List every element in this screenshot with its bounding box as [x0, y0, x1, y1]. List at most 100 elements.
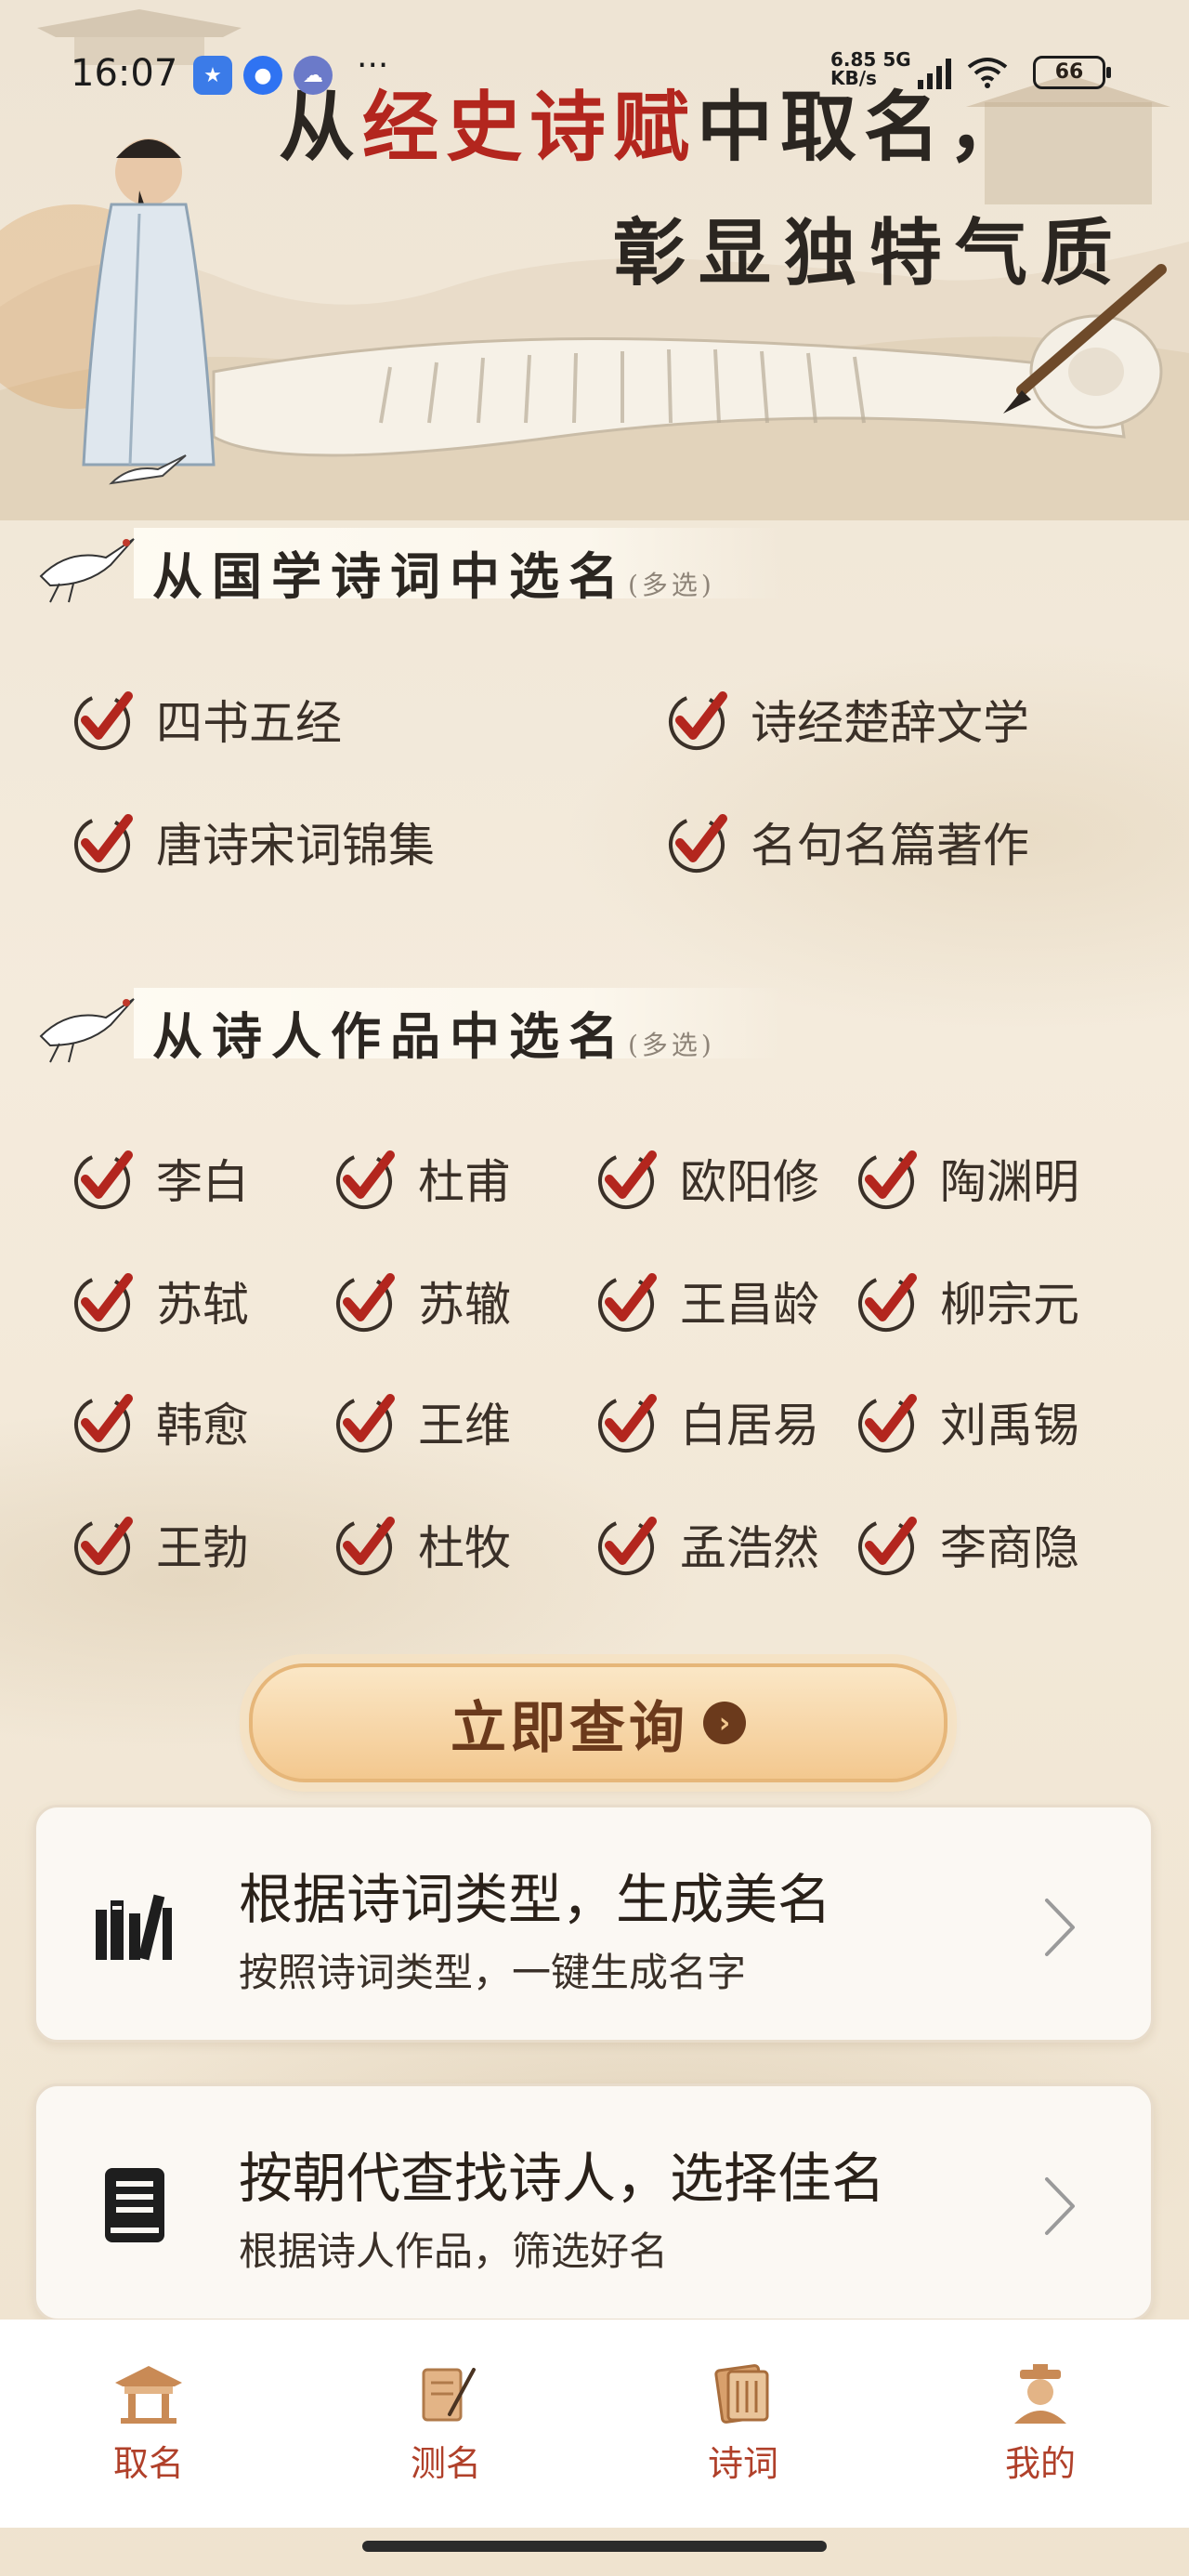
- option-label: 名句名篇著作: [751, 819, 1029, 873]
- poet-option[interactable]: 王维: [333, 1385, 511, 1459]
- query-now-button[interactable]: 立即查询 ›: [249, 1663, 947, 1782]
- poet-option[interactable]: 刘禹锡: [855, 1385, 1079, 1459]
- checkbox[interactable]: [71, 687, 136, 752]
- nav-item-poetry[interactable]: 诗词: [669, 2360, 817, 2486]
- checkbox[interactable]: [333, 1389, 398, 1454]
- pavilion-icon: [115, 2366, 182, 2424]
- checkbox[interactable]: [333, 1146, 398, 1211]
- checkmark-icon: [336, 1517, 395, 1575]
- nav-label: 测名: [410, 2443, 481, 2484]
- option-label: 柳宗元: [940, 1278, 1079, 1332]
- checkbox[interactable]: [71, 1146, 136, 1211]
- checkbox[interactable]: [594, 1268, 660, 1334]
- nav-item-mine[interactable]: 我的: [966, 2360, 1115, 2486]
- checkmark-icon: [598, 1273, 657, 1332]
- hero-subheadline: 彰显独特气质: [613, 211, 1127, 296]
- checkbox[interactable]: [855, 1512, 920, 1577]
- checkbox[interactable]: [71, 809, 136, 874]
- poet-option[interactable]: 陶渊明: [855, 1141, 1079, 1216]
- checkbox[interactable]: [665, 687, 730, 752]
- poet-option[interactable]: 白居易: [594, 1385, 819, 1459]
- checkbox[interactable]: [71, 1268, 136, 1334]
- option-label: 李商隐: [940, 1521, 1079, 1575]
- wifi-icon: [967, 58, 1008, 88]
- section-poets-title: 从诗人作品中选名: [152, 1006, 628, 1066]
- classics-option[interactable]: 诗经楚辞文学: [665, 682, 1029, 756]
- more-notifications-icon: ···: [357, 46, 389, 85]
- poet-option[interactable]: 王勃: [71, 1507, 249, 1582]
- poet-option[interactable]: 苏轼: [71, 1264, 249, 1338]
- section-poets-hint: (多选): [628, 1030, 715, 1060]
- nav-item-name-test[interactable]: 测名: [372, 2360, 520, 2486]
- poet-option[interactable]: 柳宗元: [855, 1264, 1079, 1338]
- checkbox[interactable]: [71, 1512, 136, 1577]
- checkbox[interactable]: [855, 1268, 920, 1334]
- option-label: 王昌龄: [680, 1278, 819, 1332]
- poet-option[interactable]: 杜甫: [333, 1141, 511, 1216]
- option-label: 唐诗宋词锦集: [156, 819, 435, 873]
- chevron-right-icon: [1045, 2177, 1075, 2235]
- classics-option[interactable]: 四书五经: [71, 682, 342, 756]
- checkbox[interactable]: [71, 1389, 136, 1454]
- checkmark-icon: [74, 1394, 133, 1452]
- section-classics-header: 从国学诗词中选名(多选): [22, 520, 784, 606]
- poet-option[interactable]: 李商隐: [855, 1507, 1079, 1582]
- option-label: 四书五经: [156, 696, 342, 750]
- classics-option[interactable]: 唐诗宋词锦集: [71, 805, 435, 879]
- option-label: 陶渊明: [940, 1155, 1079, 1209]
- section-classics-hint: (多选): [628, 570, 715, 600]
- poet-option[interactable]: 韩愈: [71, 1385, 249, 1459]
- network-speed: 6.85 5G KB/s: [830, 48, 911, 89]
- card-generate-by-poetry-type[interactable]: 根据诗词类型，生成美名 按照诗词类型，一键生成名字: [33, 1805, 1154, 2043]
- app-notification-icon: ★: [193, 56, 232, 95]
- card-find-poets-by-dynasty[interactable]: 按朝代查找诗人，选择佳名 根据诗人作品，筛选好名: [33, 2083, 1154, 2321]
- poet-option[interactable]: 苏辙: [333, 1264, 511, 1338]
- poet-option[interactable]: 李白: [71, 1141, 249, 1216]
- checkmark-icon: [858, 1394, 917, 1452]
- poetry-naming-page: 从经史诗赋中取名， 彰显独特气质 16:07 ★ ● ☁ ··· 6.85 5G…: [0, 0, 1189, 2576]
- scholar-avatar-icon: [1014, 2364, 1066, 2424]
- checkmark-icon: [336, 1394, 395, 1452]
- poetry-book-icon: [714, 2364, 769, 2424]
- status-bar: 16:07 ★ ● ☁ ··· 6.85 5G KB/s 66: [0, 37, 1189, 112]
- poet-option[interactable]: 杜牧: [333, 1507, 511, 1582]
- checkmark-icon: [74, 1273, 133, 1332]
- nav-item-naming[interactable]: 取名: [74, 2360, 223, 2486]
- checkmark-icon: [858, 1517, 917, 1575]
- checkmark-icon: [74, 814, 133, 873]
- books-icon: [96, 1894, 172, 1961]
- option-label: 苏辙: [418, 1278, 511, 1332]
- checkbox[interactable]: [333, 1268, 398, 1334]
- checkbox[interactable]: [855, 1146, 920, 1211]
- checkbox[interactable]: [594, 1389, 660, 1454]
- signal-icon: [918, 59, 951, 89]
- checkmark-icon: [336, 1273, 395, 1332]
- option-label: 韩愈: [156, 1399, 249, 1452]
- book-icon: [105, 2168, 164, 2242]
- checkmark-icon: [669, 814, 727, 873]
- option-label: 王勃: [156, 1521, 249, 1575]
- checkbox[interactable]: [665, 809, 730, 874]
- option-label: 苏轼: [156, 1278, 249, 1332]
- message-notification-icon: ●: [243, 56, 282, 95]
- checkbox[interactable]: [333, 1512, 398, 1577]
- crane-icon: [39, 538, 135, 603]
- card-title: 根据诗词类型，生成美名: [239, 1868, 832, 1931]
- checkbox[interactable]: [594, 1512, 660, 1577]
- scroll-brush-icon: [422, 2368, 476, 2422]
- poet-option[interactable]: 王昌龄: [594, 1264, 819, 1338]
- checkbox[interactable]: [855, 1389, 920, 1454]
- checkbox[interactable]: [594, 1146, 660, 1211]
- chevron-right-icon: ›: [703, 1702, 746, 1744]
- poet-option[interactable]: 孟浩然: [594, 1507, 819, 1582]
- card-subtitle: 根据诗人作品，筛选好名: [239, 2228, 669, 2274]
- option-label: 白居易: [680, 1399, 819, 1452]
- query-now-label: 立即查询: [451, 1695, 688, 1761]
- chevron-right-icon: [1045, 1899, 1075, 1956]
- section-poets-header: 从诗人作品中选名(多选): [22, 980, 784, 1066]
- checkmark-icon: [74, 691, 133, 750]
- checkmark-icon: [74, 1517, 133, 1575]
- poet-option[interactable]: 欧阳修: [594, 1141, 819, 1216]
- option-label: 杜甫: [418, 1155, 511, 1209]
- classics-option[interactable]: 名句名篇著作: [665, 805, 1029, 879]
